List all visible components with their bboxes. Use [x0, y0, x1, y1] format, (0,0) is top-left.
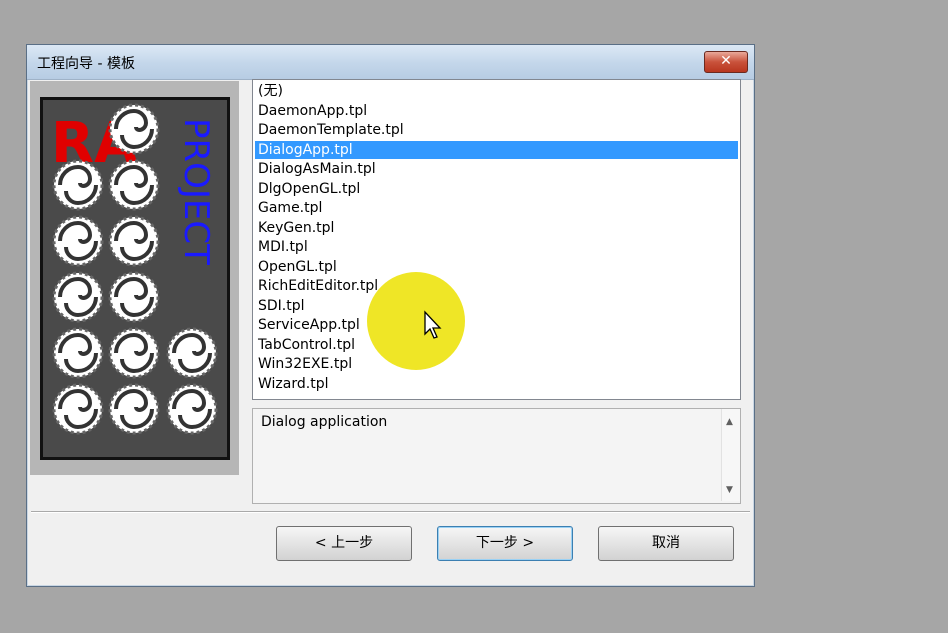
title-bar[interactable]: 工程向导 - 模板 ✕	[27, 45, 754, 80]
template-description-box: Dialog application ▲ ▼	[252, 408, 741, 504]
template-item[interactable]: DaemonTemplate.tpl	[255, 121, 738, 139]
window-title: 工程向导 - 模板	[37, 56, 135, 72]
scroll-up-icon[interactable]: ▲	[726, 417, 733, 427]
template-item[interactable]: RichEditEditor.tpl	[255, 277, 738, 295]
wizard-image-panel: RA PROJECT	[30, 81, 239, 475]
template-item[interactable]: Game.tpl	[255, 199, 738, 217]
template-item[interactable]: DialogAsMain.tpl	[255, 160, 738, 178]
template-item[interactable]: DlgOpenGL.tpl	[255, 180, 738, 198]
template-item[interactable]: Wizard.tpl	[255, 375, 738, 393]
template-listbox[interactable]: (无) DaemonApp.tpl DaemonTemplate.tpl Dialog…	[252, 79, 741, 400]
template-item[interactable]: OpenGL.tpl	[255, 258, 738, 276]
template-item[interactable]: KeyGen.tpl	[255, 219, 738, 237]
template-item[interactable]: DaemonApp.tpl	[255, 102, 738, 120]
template-item[interactable]: MDI.tpl	[255, 238, 738, 256]
close-button[interactable]: ✕	[704, 51, 748, 73]
template-item[interactable]: Win32EXE.tpl	[255, 355, 738, 373]
click-highlight	[367, 272, 465, 370]
logo-project-text: PROJECT	[176, 118, 216, 265]
next-button[interactable]: 下一步 >	[437, 526, 573, 561]
project-logo: RA PROJECT	[40, 97, 230, 460]
cancel-button[interactable]: 取消	[598, 526, 734, 561]
logo-graphic: RA PROJECT	[51, 103, 218, 435]
mouse-cursor-icon	[424, 310, 442, 339]
template-item[interactable]: TabControl.tpl	[255, 336, 738, 354]
button-separator	[31, 511, 750, 513]
back-button[interactable]: < 上一步	[276, 526, 412, 561]
template-item[interactable]: (无)	[255, 82, 738, 100]
scroll-down-icon[interactable]: ▼	[726, 485, 733, 495]
template-item[interactable]: SDI.tpl	[255, 297, 738, 315]
template-item[interactable]: DialogApp.tpl	[255, 140, 738, 159]
description-scrollbar[interactable]: ▲ ▼	[721, 409, 740, 501]
template-item[interactable]: ServiceApp.tpl	[255, 316, 738, 334]
close-icon: ✕	[720, 53, 732, 69]
template-description: Dialog application	[261, 414, 388, 430]
